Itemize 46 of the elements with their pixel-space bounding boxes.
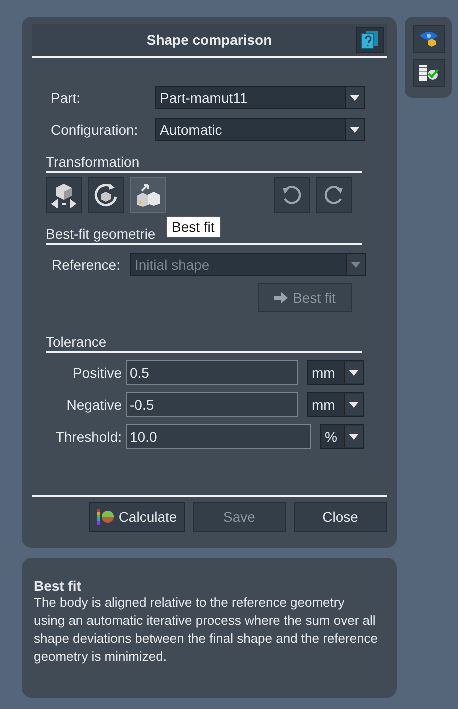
dialog-title: Shape comparison: [146, 32, 272, 48]
eye-button[interactable]: [412, 25, 444, 53]
redo-button[interactable]: [316, 177, 352, 213]
field-label: Configuration:: [51, 122, 140, 138]
help-title: Best fit: [34, 578, 82, 594]
unit-dropdown[interactable]: %: [320, 424, 364, 449]
help-book-icon: [361, 30, 379, 50]
dropdown[interactable]: Part-mamut11: [155, 86, 365, 109]
arrow-right-icon: [274, 292, 288, 304]
undo-button[interactable]: [274, 177, 310, 213]
move-cube-button[interactable]: [46, 177, 82, 213]
section-heading: Transformation: [46, 154, 362, 173]
input-field[interactable]: 0.5: [126, 360, 298, 385]
field-label: Threshold:: [54, 428, 123, 444]
dropdown-arrow-icon: [350, 126, 360, 132]
best-fit-button[interactable]: [130, 177, 166, 213]
field-label: Reference:: [52, 256, 122, 272]
fit-cubes-icon: [134, 182, 162, 208]
dropdown-arrow-icon: [350, 94, 360, 100]
input-field[interactable]: -0.5: [126, 392, 298, 417]
dropdown-arrow-icon: [351, 262, 361, 268]
redo-icon: [323, 184, 345, 206]
help-text: The body is aligned relative to the reference geometry using an automatic iterative process where the sum over all shape deviations between the final shape and the reference geometry is minimized.: [34, 594, 379, 666]
color-scale-icon: [96, 509, 115, 525]
rotate-cube-icon: [93, 182, 119, 208]
checklist-button[interactable]: [412, 59, 444, 87]
undo-icon: [281, 184, 303, 206]
eye-cube-icon: [418, 30, 438, 48]
dropdown-arrow-icon: [349, 402, 359, 408]
field-label: Part:: [51, 90, 82, 106]
help-button[interactable]: [356, 27, 384, 53]
field-label: Positive: [72, 364, 123, 380]
dropdown[interactable]: Automatic: [155, 118, 365, 141]
dropdown-arrow-icon: [349, 370, 359, 376]
section-heading: Tolerance: [46, 334, 362, 353]
unit-dropdown[interactable]: mm: [307, 392, 364, 417]
close-button[interactable]: Close: [294, 502, 387, 532]
cube-arrows-icon: [51, 182, 77, 208]
rotate-cube-button[interactable]: [88, 177, 124, 213]
checklist-icon: [418, 64, 440, 82]
unit-dropdown[interactable]: mm: [307, 360, 364, 385]
input-field[interactable]: 10.0: [126, 424, 311, 449]
dropdown-arrow-icon: [349, 434, 359, 440]
calculate-button[interactable]: Calculate: [89, 502, 185, 532]
field-label: Negative: [66, 396, 123, 412]
tooltip: Best fit: [166, 216, 221, 238]
